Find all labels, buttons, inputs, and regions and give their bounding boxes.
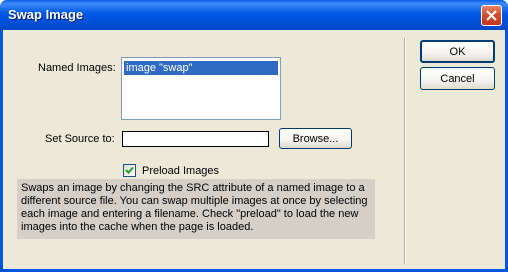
title-bar[interactable]: Swap Image [0, 0, 508, 30]
close-icon [486, 10, 497, 21]
divider [404, 38, 406, 264]
cancel-button[interactable]: Cancel [420, 67, 495, 90]
swap-image-dialog: Swap Image Named Images: image "swap" Se… [0, 0, 508, 272]
window-title: Swap Image [8, 7, 84, 22]
ok-button[interactable]: OK [420, 40, 495, 63]
named-images-label: Named Images: [38, 62, 116, 74]
list-item[interactable]: image "swap" [124, 61, 278, 75]
dialog-body: Named Images: image "swap" Set Source to… [3, 30, 505, 269]
preload-checkbox[interactable] [123, 164, 136, 177]
source-input[interactable] [122, 131, 269, 147]
browse-button[interactable]: Browse... [279, 128, 352, 149]
named-images-list[interactable]: image "swap" [121, 57, 281, 120]
set-source-label: Set Source to: [45, 133, 115, 145]
preload-label: Preload Images [142, 165, 220, 177]
checkmark-icon [125, 166, 134, 174]
close-button[interactable] [481, 5, 502, 26]
help-description: Swaps an image by changing the SRC attri… [17, 179, 375, 239]
